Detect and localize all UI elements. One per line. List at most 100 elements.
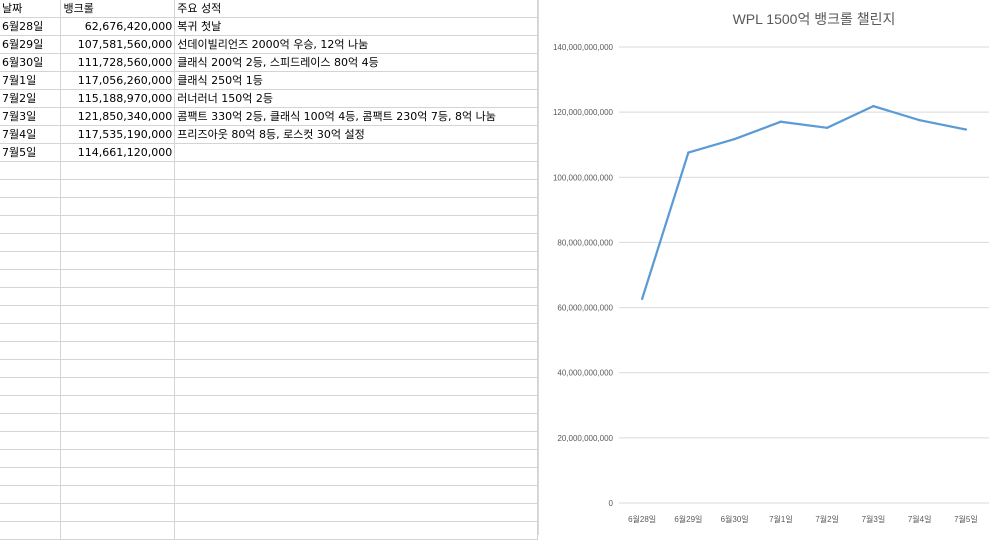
cell-date[interactable]: 6월28일 xyxy=(0,17,62,36)
empty-cell[interactable] xyxy=(60,449,176,468)
empty-cell[interactable] xyxy=(0,161,62,180)
empty-cell[interactable] xyxy=(174,197,538,216)
empty-cell[interactable] xyxy=(174,323,538,342)
cell-date[interactable]: 7월2일 xyxy=(0,89,62,108)
cell-date[interactable]: 6월30일 xyxy=(0,53,62,72)
data-point[interactable] xyxy=(918,118,921,122)
cell-note[interactable]: 프리즈아웃 80억 8등, 로스컷 30억 설정 xyxy=(174,125,538,144)
empty-cell[interactable] xyxy=(60,521,176,540)
empty-cell[interactable] xyxy=(0,449,62,468)
empty-cell[interactable] xyxy=(60,377,176,396)
empty-cell[interactable] xyxy=(0,305,62,324)
data-point[interactable] xyxy=(640,297,644,301)
empty-cell[interactable] xyxy=(60,323,176,342)
empty-cell[interactable] xyxy=(174,413,538,432)
empty-cell[interactable] xyxy=(174,395,538,414)
cell-note[interactable]: 복귀 첫날 xyxy=(174,17,538,36)
empty-cell[interactable] xyxy=(174,287,538,306)
empty-cell[interactable] xyxy=(0,197,62,216)
cell-note[interactable]: 선데이빌리언즈 2000억 우승, 12억 나눔 xyxy=(174,35,538,54)
empty-cell[interactable] xyxy=(60,341,176,360)
data-point[interactable] xyxy=(733,137,736,141)
empty-cell[interactable] xyxy=(0,395,62,414)
empty-cell[interactable] xyxy=(60,431,176,450)
empty-cell[interactable] xyxy=(0,233,62,252)
empty-cell[interactable] xyxy=(0,503,62,522)
data-point[interactable] xyxy=(779,120,783,123)
cell-bankroll[interactable]: 107,581,560,000 xyxy=(60,35,176,54)
empty-cell[interactable] xyxy=(0,215,62,234)
line-chart[interactable]: WPL 1500억 뱅크롤 챌린지 0 20,000,000,000 40,000,… xyxy=(538,0,1000,535)
empty-cell[interactable] xyxy=(174,179,538,198)
empty-cell[interactable] xyxy=(174,449,538,468)
empty-cell[interactable] xyxy=(60,215,176,234)
cell-note[interactable]: 러너러너 150억 2등 xyxy=(174,89,538,108)
empty-cell[interactable] xyxy=(174,161,538,180)
data-point[interactable] xyxy=(825,126,829,130)
empty-cell[interactable] xyxy=(60,197,176,216)
empty-cell[interactable] xyxy=(174,377,538,396)
cell-date[interactable]: 7월5일 xyxy=(0,143,62,162)
empty-cell[interactable] xyxy=(174,233,538,252)
empty-cell[interactable] xyxy=(0,413,62,432)
cell-bankroll[interactable]: 111,728,560,000 xyxy=(60,53,176,72)
empty-cell[interactable] xyxy=(60,161,176,180)
cell-header-date[interactable]: 날짜 xyxy=(0,0,62,18)
empty-cell[interactable] xyxy=(60,305,176,324)
empty-cell[interactable] xyxy=(174,485,538,504)
empty-cell[interactable] xyxy=(174,215,538,234)
empty-cell[interactable] xyxy=(0,269,62,288)
empty-cell[interactable] xyxy=(174,341,538,360)
cell-note[interactable]: 클래식 200억 2등, 스피드레이스 80억 4등 xyxy=(174,53,538,72)
cell-date[interactable]: 7월4일 xyxy=(0,125,62,144)
empty-cell[interactable] xyxy=(174,467,538,486)
cell-bankroll[interactable]: 117,535,190,000 xyxy=(60,125,176,144)
empty-cell[interactable] xyxy=(60,395,176,414)
empty-cell[interactable] xyxy=(60,233,176,252)
empty-cell[interactable] xyxy=(174,521,538,540)
empty-cell[interactable] xyxy=(0,377,62,396)
cell-note[interactable]: 클래식 250억 1등 xyxy=(174,71,538,90)
cell-bankroll[interactable]: 121,850,340,000 xyxy=(60,107,176,126)
empty-cell[interactable] xyxy=(60,467,176,486)
cell-bankroll[interactable]: 115,188,970,000 xyxy=(60,89,176,108)
empty-cell[interactable] xyxy=(0,431,62,450)
series-line[interactable] xyxy=(641,104,967,300)
cell-note[interactable]: 콤팩트 330억 2등, 클래식 100억 4등, 콤팩트 230억 7등, 8… xyxy=(174,107,538,126)
empty-cell[interactable] xyxy=(60,485,176,504)
data-point[interactable] xyxy=(872,104,875,108)
spreadsheet-grid[interactable]: 날짜 뱅크롤 주요 성적 6월28일 62,676,420,000 복귀 첫날 6월2… xyxy=(0,0,538,540)
empty-cell[interactable] xyxy=(60,413,176,432)
cell-header-bankroll[interactable]: 뱅크롤 xyxy=(60,0,176,18)
empty-cell[interactable] xyxy=(0,359,62,378)
empty-cell[interactable] xyxy=(174,503,538,522)
empty-cell[interactable] xyxy=(0,251,62,270)
empty-cell[interactable] xyxy=(60,287,176,306)
empty-cell[interactable] xyxy=(60,359,176,378)
data-point[interactable] xyxy=(687,151,690,154)
empty-cell[interactable] xyxy=(174,269,538,288)
cell-date[interactable]: 7월3일 xyxy=(0,107,62,126)
cell-bankroll[interactable]: 114,661,120,000 xyxy=(60,143,176,162)
cell-header-note[interactable]: 주요 성적 xyxy=(174,0,538,18)
empty-cell[interactable] xyxy=(0,287,62,306)
empty-cell[interactable] xyxy=(174,359,538,378)
cell-date[interactable]: 6월29일 xyxy=(0,35,62,54)
empty-cell[interactable] xyxy=(60,179,176,198)
empty-cell[interactable] xyxy=(0,179,62,198)
empty-cell[interactable] xyxy=(0,323,62,342)
empty-cell[interactable] xyxy=(0,467,62,486)
empty-cell[interactable] xyxy=(0,521,62,540)
cell-bankroll[interactable]: 62,676,420,000 xyxy=(60,17,176,36)
empty-cell[interactable] xyxy=(60,269,176,288)
cell-note[interactable] xyxy=(174,143,538,162)
empty-cell[interactable] xyxy=(60,251,176,270)
cell-bankroll[interactable]: 117,056,260,000 xyxy=(60,71,176,90)
empty-cell[interactable] xyxy=(0,485,62,504)
empty-cell[interactable] xyxy=(174,251,538,270)
empty-cell[interactable] xyxy=(174,305,538,324)
cell-date[interactable]: 7월1일 xyxy=(0,71,62,90)
empty-cell[interactable] xyxy=(60,503,176,522)
empty-cell[interactable] xyxy=(0,341,62,360)
empty-cell[interactable] xyxy=(174,431,538,450)
